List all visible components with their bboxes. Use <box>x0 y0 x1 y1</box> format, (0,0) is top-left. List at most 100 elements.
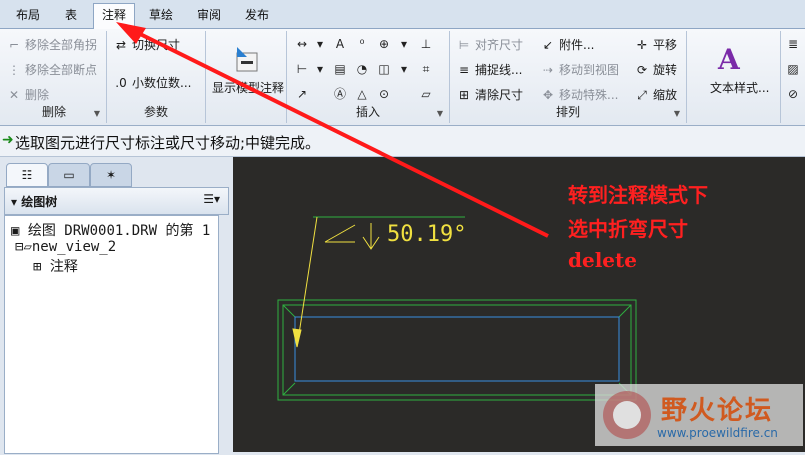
bend-dimension[interactable] <box>292 216 380 348</box>
annotation-line-1: 转到注释模式下 <box>568 183 708 207</box>
gtol-icon[interactable]: ◫ <box>375 60 393 78</box>
drawing-tree-header[interactable]: ▾ 绘图树 ☰▾ <box>4 187 229 215</box>
ribbon: ⌐ 移除全部角拐 ⋮ 移除全部断点 ✕ 删除 删除 ▼ ⇄ 切换尺寸 .0 小数位数...… <box>0 29 805 126</box>
delete-group-expand-icon[interactable]: ▼ <box>94 109 100 118</box>
dimension-value[interactable]: 50.19° <box>387 222 466 247</box>
tab-annotate[interactable]: 注释 <box>93 3 135 29</box>
delete-button[interactable]: ✕ 删除 <box>6 85 49 105</box>
insert-group-label: 插入 <box>355 105 380 119</box>
datum-target-icon[interactable]: Ⓐ <box>331 85 349 103</box>
left-panel: ☷ ▭ ✶ ▾ 绘图树 ☰▾ ▣ 绘图 DRW0001.DRW 的第 1 ⊟▱n… <box>0 157 232 454</box>
datum-icon[interactable]: ⊥ <box>417 35 435 53</box>
star-icon: ✶ <box>105 168 117 182</box>
drawing-icon: ▣ <box>11 223 20 239</box>
align-dimensions-button[interactable]: ⊨ 对齐尺寸 <box>456 35 523 55</box>
drawing-tree: ▣ 绘图 DRW0001.DRW 的第 1 ⊟▱new_view_2 ⊞ 注释 <box>4 215 219 454</box>
leader-icon[interactable]: ↗ <box>293 85 311 103</box>
watermark-name: 野火论坛 <box>661 396 774 426</box>
attachment-button[interactable]: ↙ 附件... <box>540 35 594 55</box>
break-icon: ⋮ <box>8 63 20 77</box>
forum-watermark: 野火论坛 www.proewildfire.cn <box>595 384 803 446</box>
format-group: A 文本样式... <box>688 31 781 123</box>
weld-icon[interactable]: △ <box>353 85 371 103</box>
tab-favorites[interactable]: ✶ <box>90 163 132 187</box>
note-icon[interactable]: A <box>331 35 349 53</box>
dropdown-arrow-icon[interactable]: ▾ <box>395 60 413 78</box>
clean-dim-icon: ⊞ <box>458 88 470 102</box>
watermark-url: www.proewildfire.cn <box>657 426 778 440</box>
attachment-icon: ↙ <box>542 38 554 52</box>
drawing-tree-title: ▾ 绘图树 <box>11 195 58 209</box>
remove-all-breaks-button[interactable]: ⋮ 移除全部断点 <box>6 60 97 80</box>
move-special-button[interactable]: ✥ 移动特殊... <box>540 85 618 105</box>
status-bar: ➜ 选取图元进行尺寸标注或尺寸移动;中键完成。 <box>0 126 805 157</box>
params-group-label: 参数 <box>143 105 168 119</box>
format-icon[interactable]: ⊘ <box>784 85 802 103</box>
folder-icon: ▭ <box>63 168 75 182</box>
remove-all-jogs-button[interactable]: ⌐ 移除全部角拐 <box>6 35 97 55</box>
tree-item-drawing[interactable]: ▣ 绘图 DRW0001.DRW 的第 1 <box>11 220 210 240</box>
move-group: ✛ 平移 ⟳ 旋转 ⤢ 缩放 <box>630 31 687 123</box>
text-style-button[interactable]: 文本样式... <box>710 78 769 98</box>
delete-x-icon: ✕ <box>8 88 20 102</box>
rotate-button[interactable]: ⟳ 旋转 <box>634 60 677 80</box>
move-to-view-button[interactable]: ⇢ 移动到视图 <box>540 60 619 80</box>
tree-settings-icon[interactable]: ☰▾ <box>203 192 220 206</box>
show-model-annotations-icon[interactable] <box>233 43 261 73</box>
clean-dimensions-button[interactable]: ⊞ 清除尺寸 <box>456 85 523 105</box>
show-annotations-group: 显示模型注释 <box>206 31 287 123</box>
move-to-view-icon: ⇢ <box>542 63 554 77</box>
dimension-icon[interactable]: ↔ <box>293 35 311 53</box>
tab-layout[interactable]: 布局 <box>6 4 50 27</box>
ordinate-icon[interactable]: ⁰ <box>353 35 371 53</box>
tab-model-tree[interactable]: ☷ <box>6 163 48 187</box>
cosmetic-icon[interactable]: ⊙ <box>375 85 393 103</box>
symbol-icon[interactable]: ⌗ <box>417 60 435 78</box>
tab-review[interactable]: 审阅 <box>188 4 230 27</box>
hatch-pattern-icon[interactable]: ▨ <box>784 60 802 78</box>
reference-dim-icon[interactable]: ⊢ <box>293 60 311 78</box>
translate-button[interactable]: ✛ 平移 <box>634 35 677 55</box>
jog-icon: ⌐ <box>8 38 20 52</box>
scale-icon: ⤢ <box>637 88 647 102</box>
decimal-places-button[interactable]: .0 小数位数... <box>113 73 191 93</box>
tab-sketch[interactable]: 草绘 <box>140 4 182 27</box>
translate-icon: ✛ <box>636 38 648 52</box>
tab-publish[interactable]: 发布 <box>236 4 278 27</box>
tab-table[interactable]: 表 <box>54 4 88 27</box>
dropdown-arrow-icon[interactable]: ▾ <box>395 35 413 53</box>
watermark-logo-icon <box>603 391 651 439</box>
params-group: ⇄ 切换尺寸 .0 小数位数... 参数 <box>107 31 206 123</box>
tree-item-view[interactable]: ⊟▱new_view_2 <box>15 239 116 255</box>
table-icon[interactable]: ▤ <box>331 60 349 78</box>
insert-group-expand-icon[interactable]: ▼ <box>437 109 443 118</box>
line-style-icon[interactable]: ≣ <box>784 35 802 53</box>
tree-icon: ☷ <box>21 168 33 182</box>
expand-icon[interactable]: ⊞ <box>33 259 41 275</box>
dropdown-arrow-icon[interactable]: ▾ <box>311 35 329 53</box>
move-special-icon: ✥ <box>542 88 554 102</box>
hatch-icon[interactable]: ▱ <box>417 85 435 103</box>
toggle-dimension-button[interactable]: ⇄ 切换尺寸 <box>113 35 180 55</box>
show-model-annotations-button[interactable]: 显示模型注释 <box>212 78 284 98</box>
view-icon: ▱ <box>23 239 32 255</box>
blue-geometry <box>294 316 620 382</box>
tree-item-annotations[interactable]: ⊞ 注释 <box>33 256 78 276</box>
surface-finish-icon[interactable]: ⊕ <box>375 35 393 53</box>
insert-group: ↔ ▾ A ⁰ ⊕ ▾ ⊥ ⊢ ▾ ▤ ◔ ◫ ▾ ⌗ ↗ Ⓐ △ ⊙ ▱ 插入… <box>287 31 450 123</box>
delete-group: ⌐ 移除全部角拐 ⋮ 移除全部断点 ✕ 删除 删除 ▼ <box>2 31 107 123</box>
toggle-dim-icon: ⇄ <box>115 38 127 52</box>
text-style-icon[interactable]: A <box>718 43 740 76</box>
dropdown-arrow-icon[interactable]: ▾ <box>311 60 329 78</box>
annotation-line-3: delete <box>568 248 637 272</box>
scale-button[interactable]: ⤢ 缩放 <box>634 85 677 105</box>
balloon-icon[interactable]: ◔ <box>353 60 371 78</box>
status-message: 选取图元进行尺寸标注或尺寸移动;中键完成。 <box>15 134 321 152</box>
tab-folder[interactable]: ▭ <box>48 163 90 187</box>
snap-line-button[interactable]: ≡ 捕捉线... <box>456 60 522 80</box>
ribbon-tab-bar: 布局 表 注释 草绘 审阅 发布 <box>0 0 805 29</box>
message-arrow-icon: ➜ <box>2 132 14 148</box>
decimal-icon: .0 <box>115 76 127 90</box>
rotate-icon: ⟳ <box>636 63 648 77</box>
snap-line-icon: ≡ <box>458 63 470 77</box>
